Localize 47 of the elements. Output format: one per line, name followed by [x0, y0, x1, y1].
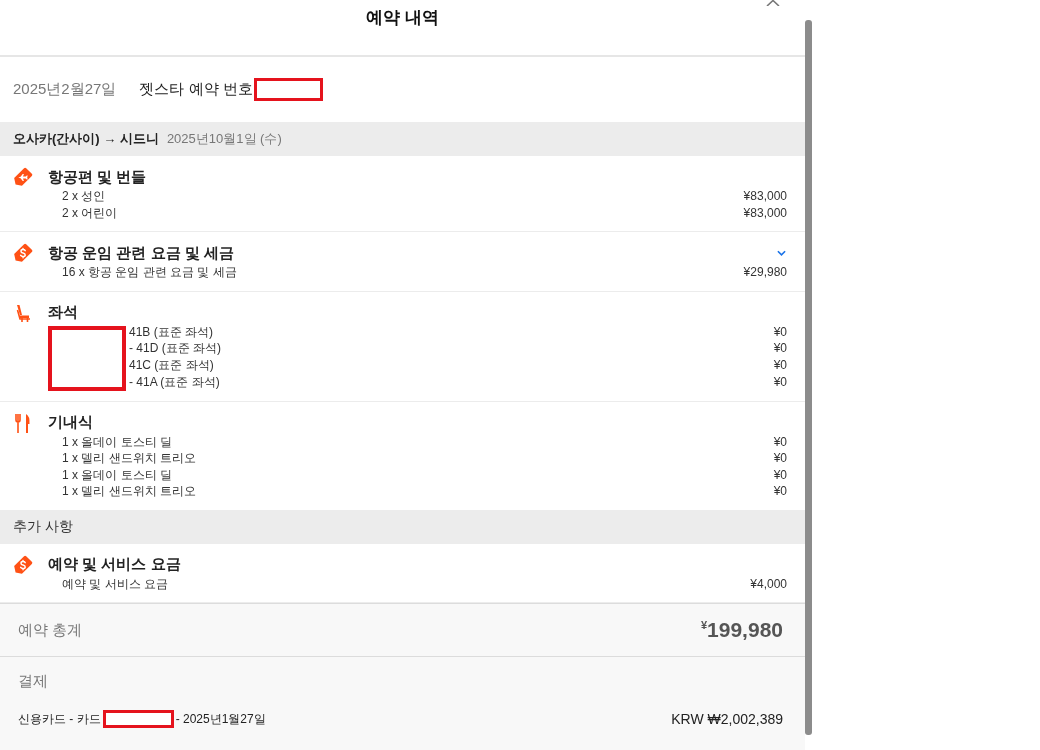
section-title: 항공편 및 번들: [48, 167, 148, 187]
line-item-price: ¥29,980: [743, 264, 787, 281]
booking-date: 2025년2월27일: [13, 80, 117, 99]
line-item: 16 x 항공 운임 관련 요금 및 세금: [62, 264, 238, 281]
line-item-price: ¥0: [773, 357, 787, 374]
line-item-price: ¥0: [773, 340, 787, 357]
line-item: - 41D (표준 좌석): [129, 340, 222, 357]
line-item: 1 x 델리 샌드위치 트리오: [62, 450, 197, 467]
line-item-price: ¥0: [773, 450, 787, 467]
section-title: 좌석: [48, 303, 79, 322]
plane-tag-icon: [12, 166, 34, 188]
line-item: 2 x 어린이: [62, 204, 119, 221]
flight-route: 오사카(간사이) → 시드니: [13, 130, 159, 148]
flight-date: 2025년10월1일 (수): [166, 130, 282, 148]
line-item: 41B (표준 좌석): [129, 323, 214, 341]
dialog-title: 예약 내역: [366, 7, 439, 29]
line-item-price: ¥0: [773, 483, 787, 500]
line-item-price: ¥0: [773, 373, 787, 391]
line-item: 1 x 델리 샌드위치 트리오: [62, 483, 197, 500]
dollar-tag-icon: [12, 242, 34, 264]
close-icon[interactable]: [766, 0, 780, 6]
line-item-price: ¥0: [773, 466, 787, 483]
line-item: 1 x 올데이 토스티 딜: [62, 433, 173, 450]
payment-heading: 결제: [18, 671, 48, 691]
chevron-icon[interactable]: [777, 250, 786, 256]
line-item: 2 x 성인: [62, 188, 107, 205]
line-item-price: ¥83,000: [743, 204, 787, 221]
line-item: 예약 및 서비스 요금: [62, 575, 169, 592]
payment-method: 신용카드 - 카드: [18, 710, 101, 728]
line-item: - 41A (표준 좌석): [129, 373, 221, 391]
dollar-tag-icon: [12, 553, 34, 576]
line-item-price: ¥0: [773, 433, 787, 450]
line-item-price: ¥83,000: [743, 188, 787, 205]
scrollbar-thumb[interactable]: [805, 20, 812, 735]
total-amount: $^{¥}$199,980: [700, 618, 783, 642]
booking-reference-label: 젯스타 예약 번호: [139, 80, 253, 99]
total-label: 예약 총계: [18, 620, 83, 640]
payment-amount: KRW ₩2,002,389: [671, 711, 783, 727]
line-item: 41C (표준 좌석): [129, 357, 215, 374]
section-title: 기내식: [48, 413, 94, 432]
section-title: 예약 및 서비스 요금: [48, 555, 182, 574]
payment-date: - 2025년1월27일: [175, 710, 266, 728]
section-title: 항공 운임 관련 요금 및 세금: [48, 243, 235, 263]
line-item-price: ¥4,000: [750, 575, 787, 592]
extras-heading: 추가 사항: [13, 517, 73, 536]
line-item: 1 x 올데이 토스티 딜: [62, 466, 173, 483]
line-item-price: ¥0: [773, 323, 787, 341]
